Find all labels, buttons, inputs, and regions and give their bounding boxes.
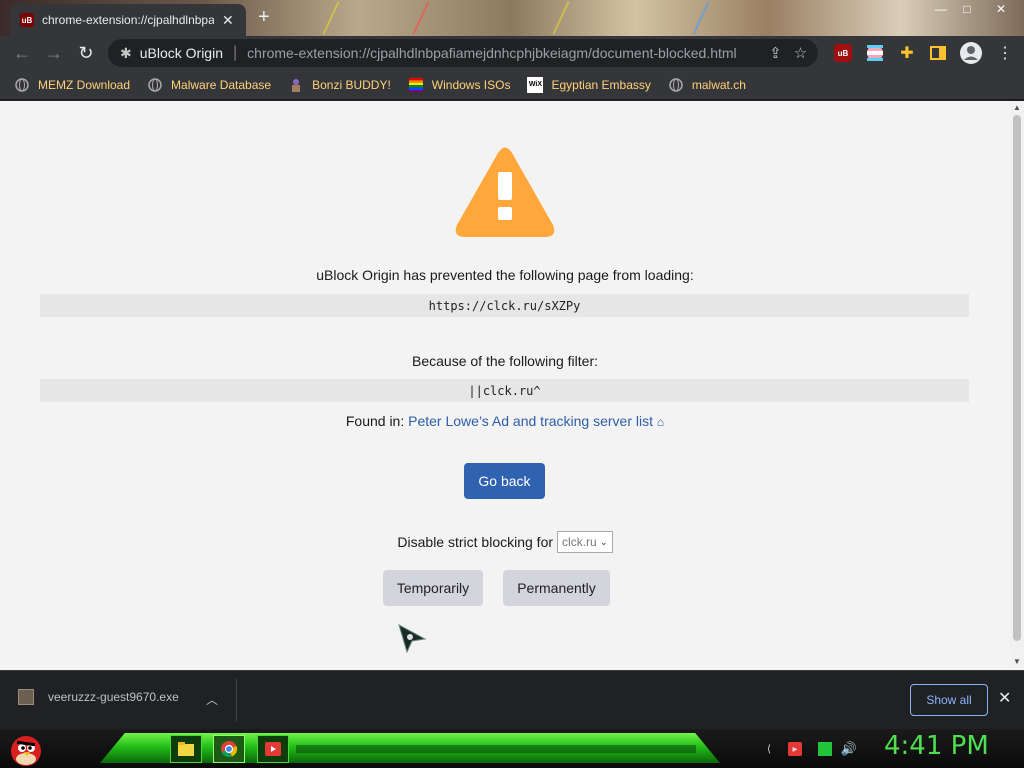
temporarily-button[interactable]: Temporarily xyxy=(383,570,483,606)
puzzle-piece-icon: ✱ xyxy=(120,44,132,61)
file-explorer-icon[interactable] xyxy=(170,735,202,763)
chrome-taskbar-icon[interactable] xyxy=(213,735,245,763)
close-icon[interactable]: ✕ xyxy=(998,688,1011,708)
url-text[interactable]: chrome-extension://cjpalhdlnbpafiamejdnh… xyxy=(247,45,757,61)
tray-app-icon[interactable]: ⟨ xyxy=(762,742,776,756)
bookmarks-bar: MEMZ Download Malware Database Bonzi BUD… xyxy=(0,70,1024,100)
bookmark-item[interactable]: Bonzi BUDDY! xyxy=(288,77,391,93)
domain-select[interactable]: clck.ru ⌄ xyxy=(557,531,613,553)
filter-message: Because of the following filter: xyxy=(412,353,598,369)
taskbar-glow-shade xyxy=(296,745,696,753)
wix-icon: WiX xyxy=(527,76,544,93)
permanently-button[interactable]: Permanently xyxy=(503,570,610,606)
bookmark-star-icon[interactable]: ☆ xyxy=(794,44,807,62)
tab-close-icon[interactable]: ✕ xyxy=(222,12,234,29)
profile-avatar-icon[interactable] xyxy=(960,42,982,64)
close-window-button[interactable]: ✕ xyxy=(990,0,1012,18)
bookmark-item[interactable]: Windows ISOs xyxy=(408,77,510,93)
filter-list-link[interactable]: Peter Lowe’s Ad and tracking server list xyxy=(408,413,653,429)
reload-icon[interactable]: ↻ xyxy=(70,37,102,69)
wallpaper-decoration xyxy=(412,1,430,35)
tray-record-icon[interactable]: ▸ xyxy=(788,742,802,756)
chevron-up-icon[interactable]: ︿ xyxy=(206,691,218,708)
separator: | xyxy=(233,44,238,61)
found-in-label: Found in: xyxy=(345,413,405,429)
forward-arrow-icon[interactable]: → xyxy=(38,37,70,69)
bonzi-icon xyxy=(288,77,304,93)
media-app-icon[interactable] xyxy=(257,735,289,763)
rainbow-icon xyxy=(408,77,424,93)
ublock-favicon-icon: uB xyxy=(20,13,34,27)
bookmark-item[interactable]: malwat.ch xyxy=(668,77,746,93)
chevron-down-icon: ⌄ xyxy=(600,536,608,547)
download-item[interactable]: veeruzzz-guest9670.exe xyxy=(18,689,179,705)
bookmark-item[interactable]: WiX Egyptian Embassy xyxy=(527,76,651,93)
warning-icon xyxy=(455,147,555,237)
extensions-puzzle-icon[interactable]: ✚ xyxy=(898,44,916,62)
scrollbar-thumb[interactable] xyxy=(1013,115,1021,641)
found-in-line: Found in: Peter Lowe’s Ad and tracking s… xyxy=(0,413,1010,429)
share-icon[interactable]: ⇪ xyxy=(769,44,782,62)
minimize-button[interactable]: — xyxy=(930,0,952,18)
side-panel-icon[interactable] xyxy=(929,44,947,62)
ublock-extension-icon[interactable]: uB xyxy=(834,44,852,62)
maximize-button[interactable]: □ xyxy=(956,0,978,18)
tray-network-icon[interactable] xyxy=(818,742,832,756)
flag-extension-icon[interactable] xyxy=(866,44,884,62)
bookmark-item[interactable]: MEMZ Download xyxy=(14,77,130,93)
wallpaper-decoration xyxy=(322,1,340,35)
download-shelf: veeruzzz-guest9670.exe ︿ Show all ✕ xyxy=(0,670,1024,729)
cursor-icon xyxy=(398,624,427,654)
wallpaper-decoration xyxy=(692,1,710,35)
angry-bird-start-icon[interactable] xyxy=(8,729,44,768)
download-file-name: veeruzzz-guest9670.exe xyxy=(48,690,179,704)
site-name: uBlock Origin xyxy=(139,45,223,61)
volume-icon[interactable]: 🔊 xyxy=(841,741,857,756)
back-arrow-icon[interactable]: ← xyxy=(6,37,38,69)
divider xyxy=(236,679,237,721)
taskbar: ⟨ ▸ 🔊 4:41 PM xyxy=(0,729,1024,768)
home-icon[interactable]: ⌂ xyxy=(657,415,664,429)
go-back-button[interactable]: Go back xyxy=(464,463,545,499)
browser-tab[interactable]: uB chrome-extension://cjpalhdlnbpafiamej… xyxy=(10,4,246,36)
blocked-url: https://clck.ru/sXZPy xyxy=(40,294,969,317)
bookmark-item[interactable]: Malware Database xyxy=(147,77,271,93)
globe-icon xyxy=(668,77,684,93)
scroll-up-icon[interactable]: ▲ xyxy=(1010,103,1024,112)
menu-kebab-icon[interactable]: ⋮ xyxy=(996,44,1014,62)
executable-file-icon xyxy=(18,689,34,705)
globe-icon xyxy=(14,77,30,93)
disable-label: Disable strict blocking for xyxy=(397,534,554,550)
taskbar-clock[interactable]: 4:41 PM xyxy=(884,731,989,761)
scroll-down-icon[interactable]: ▼ xyxy=(1010,657,1024,666)
new-tab-icon[interactable]: + xyxy=(258,6,270,29)
address-bar[interactable]: ✱ uBlock Origin | chrome-extension://cjp… xyxy=(108,39,818,67)
page-scrollbar[interactable]: ▲ ▼ xyxy=(1010,101,1024,670)
disable-strict-blocking-row: Disable strict blocking for clck.ru ⌄ xyxy=(0,531,1010,553)
show-all-button[interactable]: Show all xyxy=(910,684,988,716)
browser-toolbar: ← → ↻ ✱ uBlock Origin | chrome-extension… xyxy=(0,36,1024,70)
filter-rule: ||clck.ru^ xyxy=(40,379,969,402)
document-blocked-page: uBlock Origin has prevented the followin… xyxy=(0,101,1010,670)
wallpaper-decoration xyxy=(552,1,570,35)
prevented-message: uBlock Origin has prevented the followin… xyxy=(316,267,694,283)
tab-title: chrome-extension://cjpalhdlnbpafiamejdnh… xyxy=(42,13,214,27)
title-bar: uB chrome-extension://cjpalhdlnbpafiamej… xyxy=(0,0,1024,36)
globe-icon xyxy=(147,77,163,93)
